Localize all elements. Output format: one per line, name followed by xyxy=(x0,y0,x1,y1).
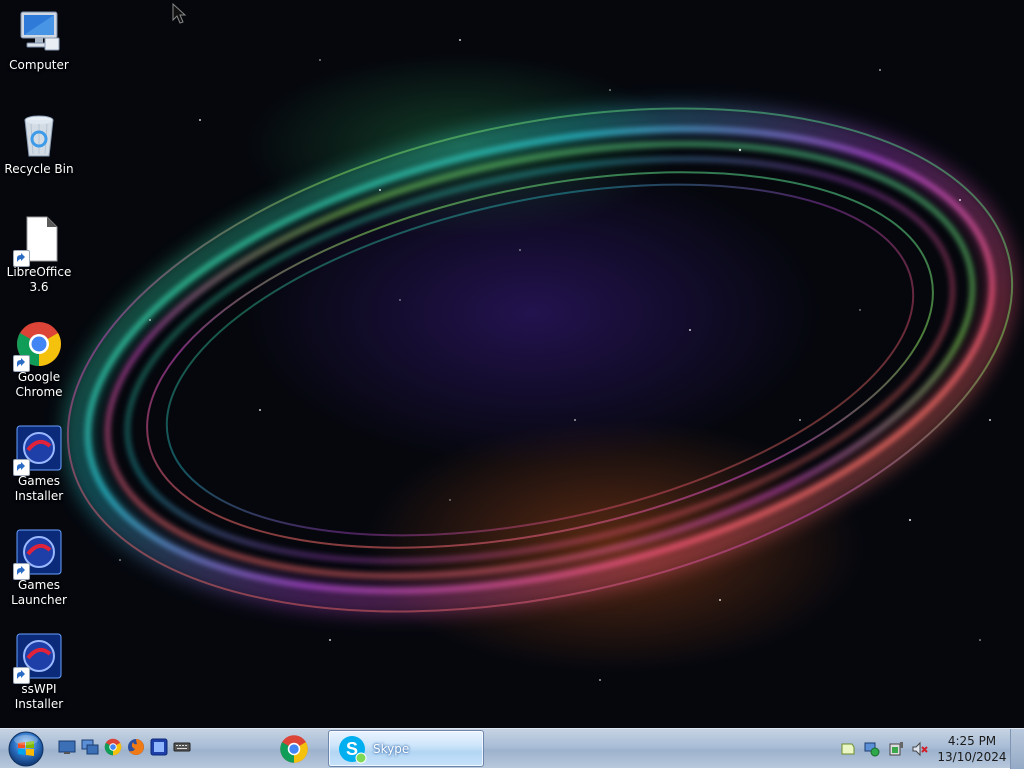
shortcut-arrow-icon xyxy=(13,250,30,267)
battery-icon[interactable] xyxy=(888,741,904,757)
firefox-icon[interactable] xyxy=(127,738,145,756)
desktop-icon-google-chrome[interactable]: Google Chrome xyxy=(4,320,74,400)
desktop-icon-label: Games Installer xyxy=(14,474,64,503)
chrome-icon xyxy=(13,320,63,372)
network-icon[interactable] xyxy=(864,741,880,757)
clock-time: 4:25 PM xyxy=(947,734,997,748)
chrome-icon[interactable] xyxy=(104,738,122,756)
shortcut-arrow-icon xyxy=(13,563,30,580)
show-desktop-button[interactable] xyxy=(1010,729,1024,769)
action-center-icon[interactable] xyxy=(840,741,856,757)
desktop-icon-computer[interactable]: Computer xyxy=(4,8,74,73)
taskbar-chrome-button[interactable] xyxy=(270,731,318,767)
desktop-icon-label: ssWPI Installer xyxy=(14,682,64,711)
desktop-icon-label: Computer xyxy=(9,58,69,72)
keyboard-icon[interactable] xyxy=(173,738,191,756)
desktop-icon-games-launcher[interactable]: Games Launcher xyxy=(4,528,74,608)
desktop-icon-label: Google Chrome xyxy=(15,370,63,399)
windows-logo-icon xyxy=(8,731,44,767)
switch-windows-icon[interactable] xyxy=(81,738,99,756)
start-button[interactable] xyxy=(6,730,46,768)
chrome-icon xyxy=(280,735,308,763)
desktop-icon-label: Recycle Bin xyxy=(4,162,74,176)
computer-icon xyxy=(15,8,63,56)
taskbar: S Skype 4:25 PM 13/10/2024 xyxy=(0,728,1024,769)
libreoffice-icon xyxy=(13,215,63,267)
sswpi-installer-icon xyxy=(13,632,63,684)
wallpaper xyxy=(62,39,1018,681)
desktop[interactable]: Computer Recycle Bin LibreOffice 3.6 Goo… xyxy=(0,0,1024,728)
taskbar-skype-button[interactable]: S Skype xyxy=(328,730,484,767)
volume-muted-icon[interactable] xyxy=(912,741,928,757)
desktop-icon-label: Games Launcher xyxy=(11,578,67,607)
shortcut-arrow-icon xyxy=(13,459,30,476)
taskbar-button-label: Skype xyxy=(373,742,410,756)
recycle-bin-icon xyxy=(15,112,63,160)
mouse-pointer-icon xyxy=(172,3,187,24)
skype-icon: S xyxy=(339,736,367,764)
clock-date: 13/10/2024 xyxy=(937,750,1007,764)
desktop-icon-recycle-bin[interactable]: Recycle Bin xyxy=(4,112,74,177)
shortcut-arrow-icon xyxy=(13,355,30,372)
shortcut-arrow-icon xyxy=(13,667,30,684)
desktop-icon-sswpi-installer[interactable]: ssWPI Installer xyxy=(4,632,74,712)
taskbar-clock[interactable]: 4:25 PM 13/10/2024 xyxy=(934,733,1010,765)
show-desktop-icon[interactable] xyxy=(58,738,76,756)
app-icon[interactable] xyxy=(150,738,168,756)
desktop-icon-libreoffice[interactable]: LibreOffice 3.6 xyxy=(4,215,74,295)
desktop-icon-label: LibreOffice 3.6 xyxy=(6,265,72,294)
games-installer-icon xyxy=(13,424,63,476)
desktop-icon-games-installer[interactable]: Games Installer xyxy=(4,424,74,504)
games-launcher-icon xyxy=(13,528,63,580)
